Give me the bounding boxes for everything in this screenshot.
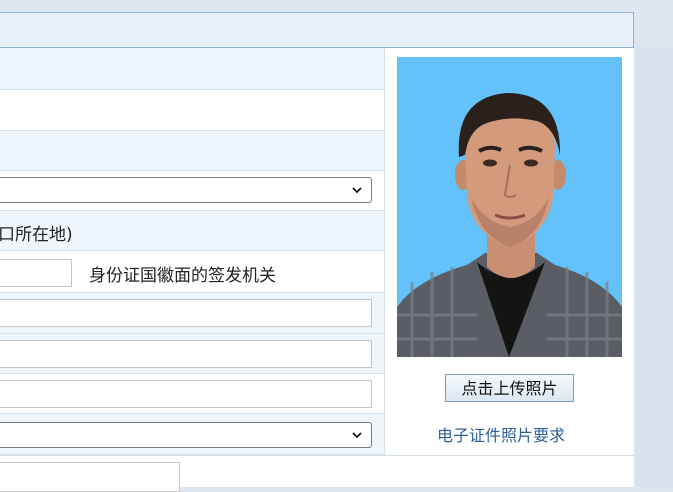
form-row — [0, 293, 384, 334]
text-input[interactable] — [0, 299, 372, 327]
form-row: 口所在地) — [0, 211, 384, 251]
row-divider — [0, 455, 634, 456]
text-input[interactable] — [0, 462, 180, 492]
form-row — [0, 131, 384, 171]
id-photo — [397, 57, 622, 357]
dropdown-select[interactable] — [0, 422, 372, 448]
text-input[interactable] — [0, 340, 372, 368]
issuing-authority-hint: 身份证国徽面的签发机关 — [89, 266, 276, 286]
chevron-down-icon — [352, 187, 362, 194]
form-row: 身份证国徽面的签发机关 — [0, 251, 384, 293]
form-row — [0, 374, 384, 414]
upload-photo-button[interactable]: 点击上传照片 — [445, 374, 574, 402]
form-row — [0, 48, 384, 90]
photo-requirements-link[interactable]: 电子证件照片要求 — [437, 422, 565, 446]
chevron-down-icon — [352, 432, 362, 439]
text-input[interactable] — [0, 380, 372, 408]
hukou-location-hint: 口所在地) — [0, 225, 73, 245]
form-row — [0, 171, 384, 211]
page-margin — [634, 48, 673, 487]
form-row — [0, 414, 384, 455]
form-row — [0, 334, 384, 374]
portrait-image — [397, 93, 622, 357]
column-divider — [384, 48, 385, 455]
section-header-bar — [0, 12, 634, 48]
form-row — [0, 90, 384, 131]
dropdown-select[interactable] — [0, 177, 372, 203]
issuing-authority-input[interactable] — [0, 259, 72, 287]
